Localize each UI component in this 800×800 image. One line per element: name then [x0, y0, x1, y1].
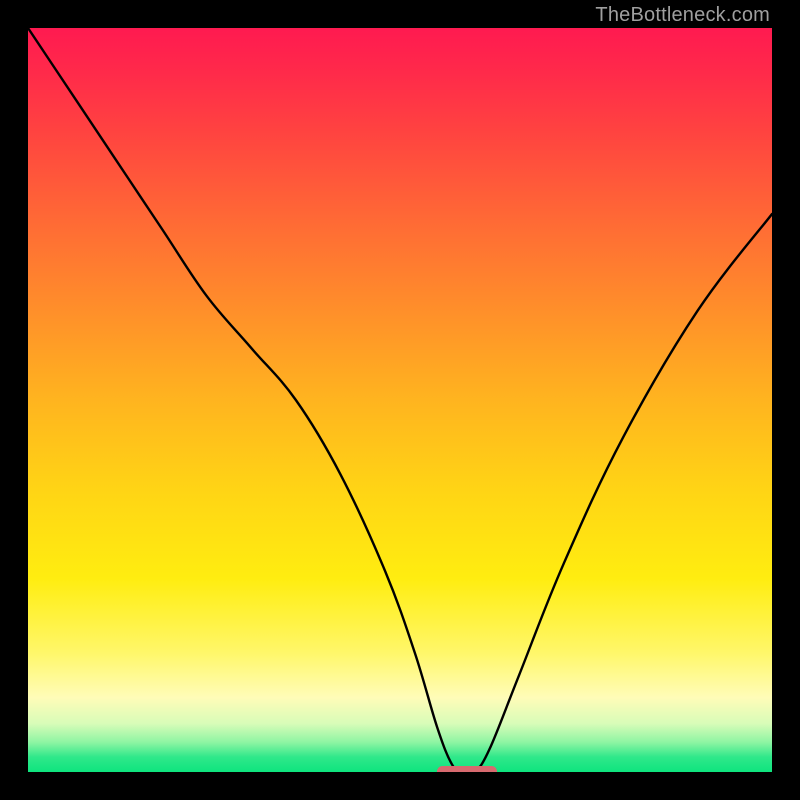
plot-area — [28, 28, 772, 772]
chart-frame: TheBottleneck.com — [0, 0, 800, 800]
curve-layer — [28, 28, 772, 772]
bottleneck-curve — [28, 28, 772, 772]
watermark-text: TheBottleneck.com — [595, 4, 770, 27]
optimal-range-marker — [437, 766, 497, 772]
